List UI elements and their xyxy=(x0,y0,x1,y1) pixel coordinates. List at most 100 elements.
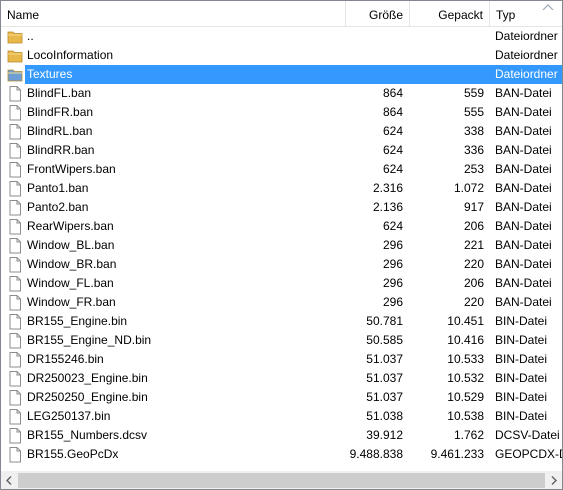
item-packed-size: 220 xyxy=(463,295,484,309)
item-name: BlindFL.ban xyxy=(27,86,92,100)
item-packed-size: 338 xyxy=(463,124,484,138)
item-type: BIN-Datei xyxy=(495,409,548,423)
item-size: 296 xyxy=(382,257,403,271)
item-name: BlindRR.ban xyxy=(27,143,95,157)
file-row[interactable]: BlindRL.ban 624 338 BAN-Datei xyxy=(1,122,562,141)
item-name: BR155_Engine.bin xyxy=(27,314,128,328)
item-name: RearWipers.ban xyxy=(27,219,114,233)
chevron-right-icon xyxy=(551,476,557,485)
item-type: BAN-Datei xyxy=(495,162,552,176)
item-size: 50.585 xyxy=(366,333,403,347)
folder-row[interactable]: .. Dateiordner xyxy=(1,27,562,46)
folder-icon xyxy=(7,27,23,46)
file-icon xyxy=(7,445,23,464)
item-size xyxy=(346,27,403,46)
item-size: 9.488.838 xyxy=(349,447,403,461)
file-row[interactable]: DR250250_Engine.bin 51.037 10.529 BIN-Datei xyxy=(1,388,562,407)
column-header-bar: Name Größe Gepackt Typ xyxy=(1,1,562,27)
item-type: BAN-Datei xyxy=(495,124,552,138)
file-icon xyxy=(7,293,23,312)
item-size: 296 xyxy=(382,238,403,252)
item-packed-size: 10.533 xyxy=(447,352,484,366)
item-packed-size: 559 xyxy=(463,86,484,100)
item-packed-size: 10.416 xyxy=(447,333,484,347)
horizontal-scrollbar[interactable] xyxy=(1,471,562,489)
file-row[interactable]: Window_FR.ban 296 220 BAN-Datei xyxy=(1,293,562,312)
item-name: BlindFR.ban xyxy=(27,105,94,119)
item-packed-size: 253 xyxy=(463,162,484,176)
file-row[interactable]: Panto1.ban 2.316 1.072 BAN-Datei xyxy=(1,179,562,198)
item-type: BAN-Datei xyxy=(495,238,552,252)
item-type: BAN-Datei xyxy=(495,219,552,233)
item-size: 51.037 xyxy=(366,390,403,404)
item-type: GEOPCDX-Dat xyxy=(495,447,562,461)
column-header-size[interactable]: Größe xyxy=(346,1,410,26)
file-icon xyxy=(7,122,23,141)
item-size: 624 xyxy=(382,124,403,138)
item-name: .. xyxy=(27,29,34,43)
file-icon xyxy=(7,350,23,369)
item-packed-size: 221 xyxy=(463,238,484,252)
file-row[interactable]: DR155246.bin 51.037 10.533 BIN-Datei xyxy=(1,350,562,369)
item-type: BAN-Datei xyxy=(495,295,552,309)
item-name: DR250250_Engine.bin xyxy=(27,390,148,404)
item-name: BR155_Engine_ND.bin xyxy=(27,333,152,347)
file-row[interactable]: BR155_Numbers.dcsv 39.912 1.762 DCSV-Datei xyxy=(1,426,562,445)
file-row[interactable]: BR155.GeoPcDx 9.488.838 9.461.233 GEOPCDX-D… xyxy=(1,445,562,464)
item-name: DR155246.bin xyxy=(27,352,104,366)
file-row[interactable]: BlindRR.ban 624 336 BAN-Datei xyxy=(1,141,562,160)
item-name: Panto1.ban xyxy=(27,181,89,195)
file-row[interactable]: LEG250137.bin 51.038 10.538 BIN-Datei xyxy=(1,407,562,426)
item-size: 51.037 xyxy=(366,352,403,366)
item-type: BIN-Datei xyxy=(495,352,548,366)
item-type: BAN-Datei xyxy=(495,200,552,214)
item-packed-size: 555 xyxy=(463,105,484,119)
item-size: 296 xyxy=(382,295,403,309)
scrollbar-thumb[interactable] xyxy=(18,473,545,488)
item-packed-size xyxy=(411,65,484,84)
file-row[interactable]: FrontWipers.ban 624 253 BAN-Datei xyxy=(1,160,562,179)
item-name: BR155.GeoPcDx xyxy=(27,447,119,461)
item-packed-size: 206 xyxy=(463,219,484,233)
file-row[interactable]: BR155_Engine_ND.bin 50.585 10.416 BIN-Datei xyxy=(1,331,562,350)
item-name: Window_FL.ban xyxy=(27,276,114,290)
file-row[interactable]: BlindFR.ban 864 555 BAN-Datei xyxy=(1,103,562,122)
item-type: Dateiordner xyxy=(495,67,558,81)
item-size xyxy=(346,46,403,65)
item-name: Panto2.ban xyxy=(27,200,89,214)
item-size: 864 xyxy=(382,105,403,119)
file-list-view: Name Größe Gepackt Typ .. Dateiordner Loco… xyxy=(0,0,563,490)
item-type: BAN-Datei xyxy=(495,86,552,100)
item-size: 51.038 xyxy=(366,409,403,423)
item-size: 624 xyxy=(382,219,403,233)
item-type: BAN-Datei xyxy=(495,257,552,271)
item-type: BAN-Datei xyxy=(495,105,552,119)
file-row[interactable]: Window_FL.ban 296 206 BAN-Datei xyxy=(1,274,562,293)
item-type: DCSV-Datei xyxy=(495,428,560,442)
file-row[interactable]: BlindFL.ban 864 559 BAN-Datei xyxy=(1,84,562,103)
file-row[interactable]: DR250023_Engine.bin 51.037 10.532 BIN-Datei xyxy=(1,369,562,388)
file-row[interactable]: Window_BL.ban 296 221 BAN-Datei xyxy=(1,236,562,255)
item-size: 2.136 xyxy=(372,200,403,214)
file-row[interactable]: Panto2.ban 2.136 917 BAN-Datei xyxy=(1,198,562,217)
file-icon xyxy=(7,255,23,274)
item-type: BAN-Datei xyxy=(495,276,552,290)
file-icon xyxy=(7,198,23,217)
file-icon xyxy=(7,388,23,407)
item-size: 50.781 xyxy=(366,314,403,328)
folder-icon xyxy=(7,65,23,84)
column-header-packed[interactable]: Gepackt xyxy=(410,1,490,26)
item-packed-size: 10.538 xyxy=(447,409,484,423)
file-icon xyxy=(7,407,23,426)
item-type: BIN-Datei xyxy=(495,314,548,328)
scroll-left-button[interactable] xyxy=(1,472,18,489)
file-icon xyxy=(7,84,23,103)
column-header-name[interactable]: Name xyxy=(1,1,346,26)
scroll-right-button[interactable] xyxy=(545,472,562,489)
file-row[interactable]: RearWipers.ban 624 206 BAN-Datei xyxy=(1,217,562,236)
file-row[interactable]: BR155_Engine.bin 50.781 10.451 BIN-Datei xyxy=(1,312,562,331)
item-type: BIN-Datei xyxy=(495,333,548,347)
file-row[interactable]: Window_BR.ban 296 220 BAN-Datei xyxy=(1,255,562,274)
folder-row[interactable]: LocoInformation Dateiordner xyxy=(1,46,562,65)
folder-row[interactable]: Textures Dateiordner xyxy=(1,65,562,84)
